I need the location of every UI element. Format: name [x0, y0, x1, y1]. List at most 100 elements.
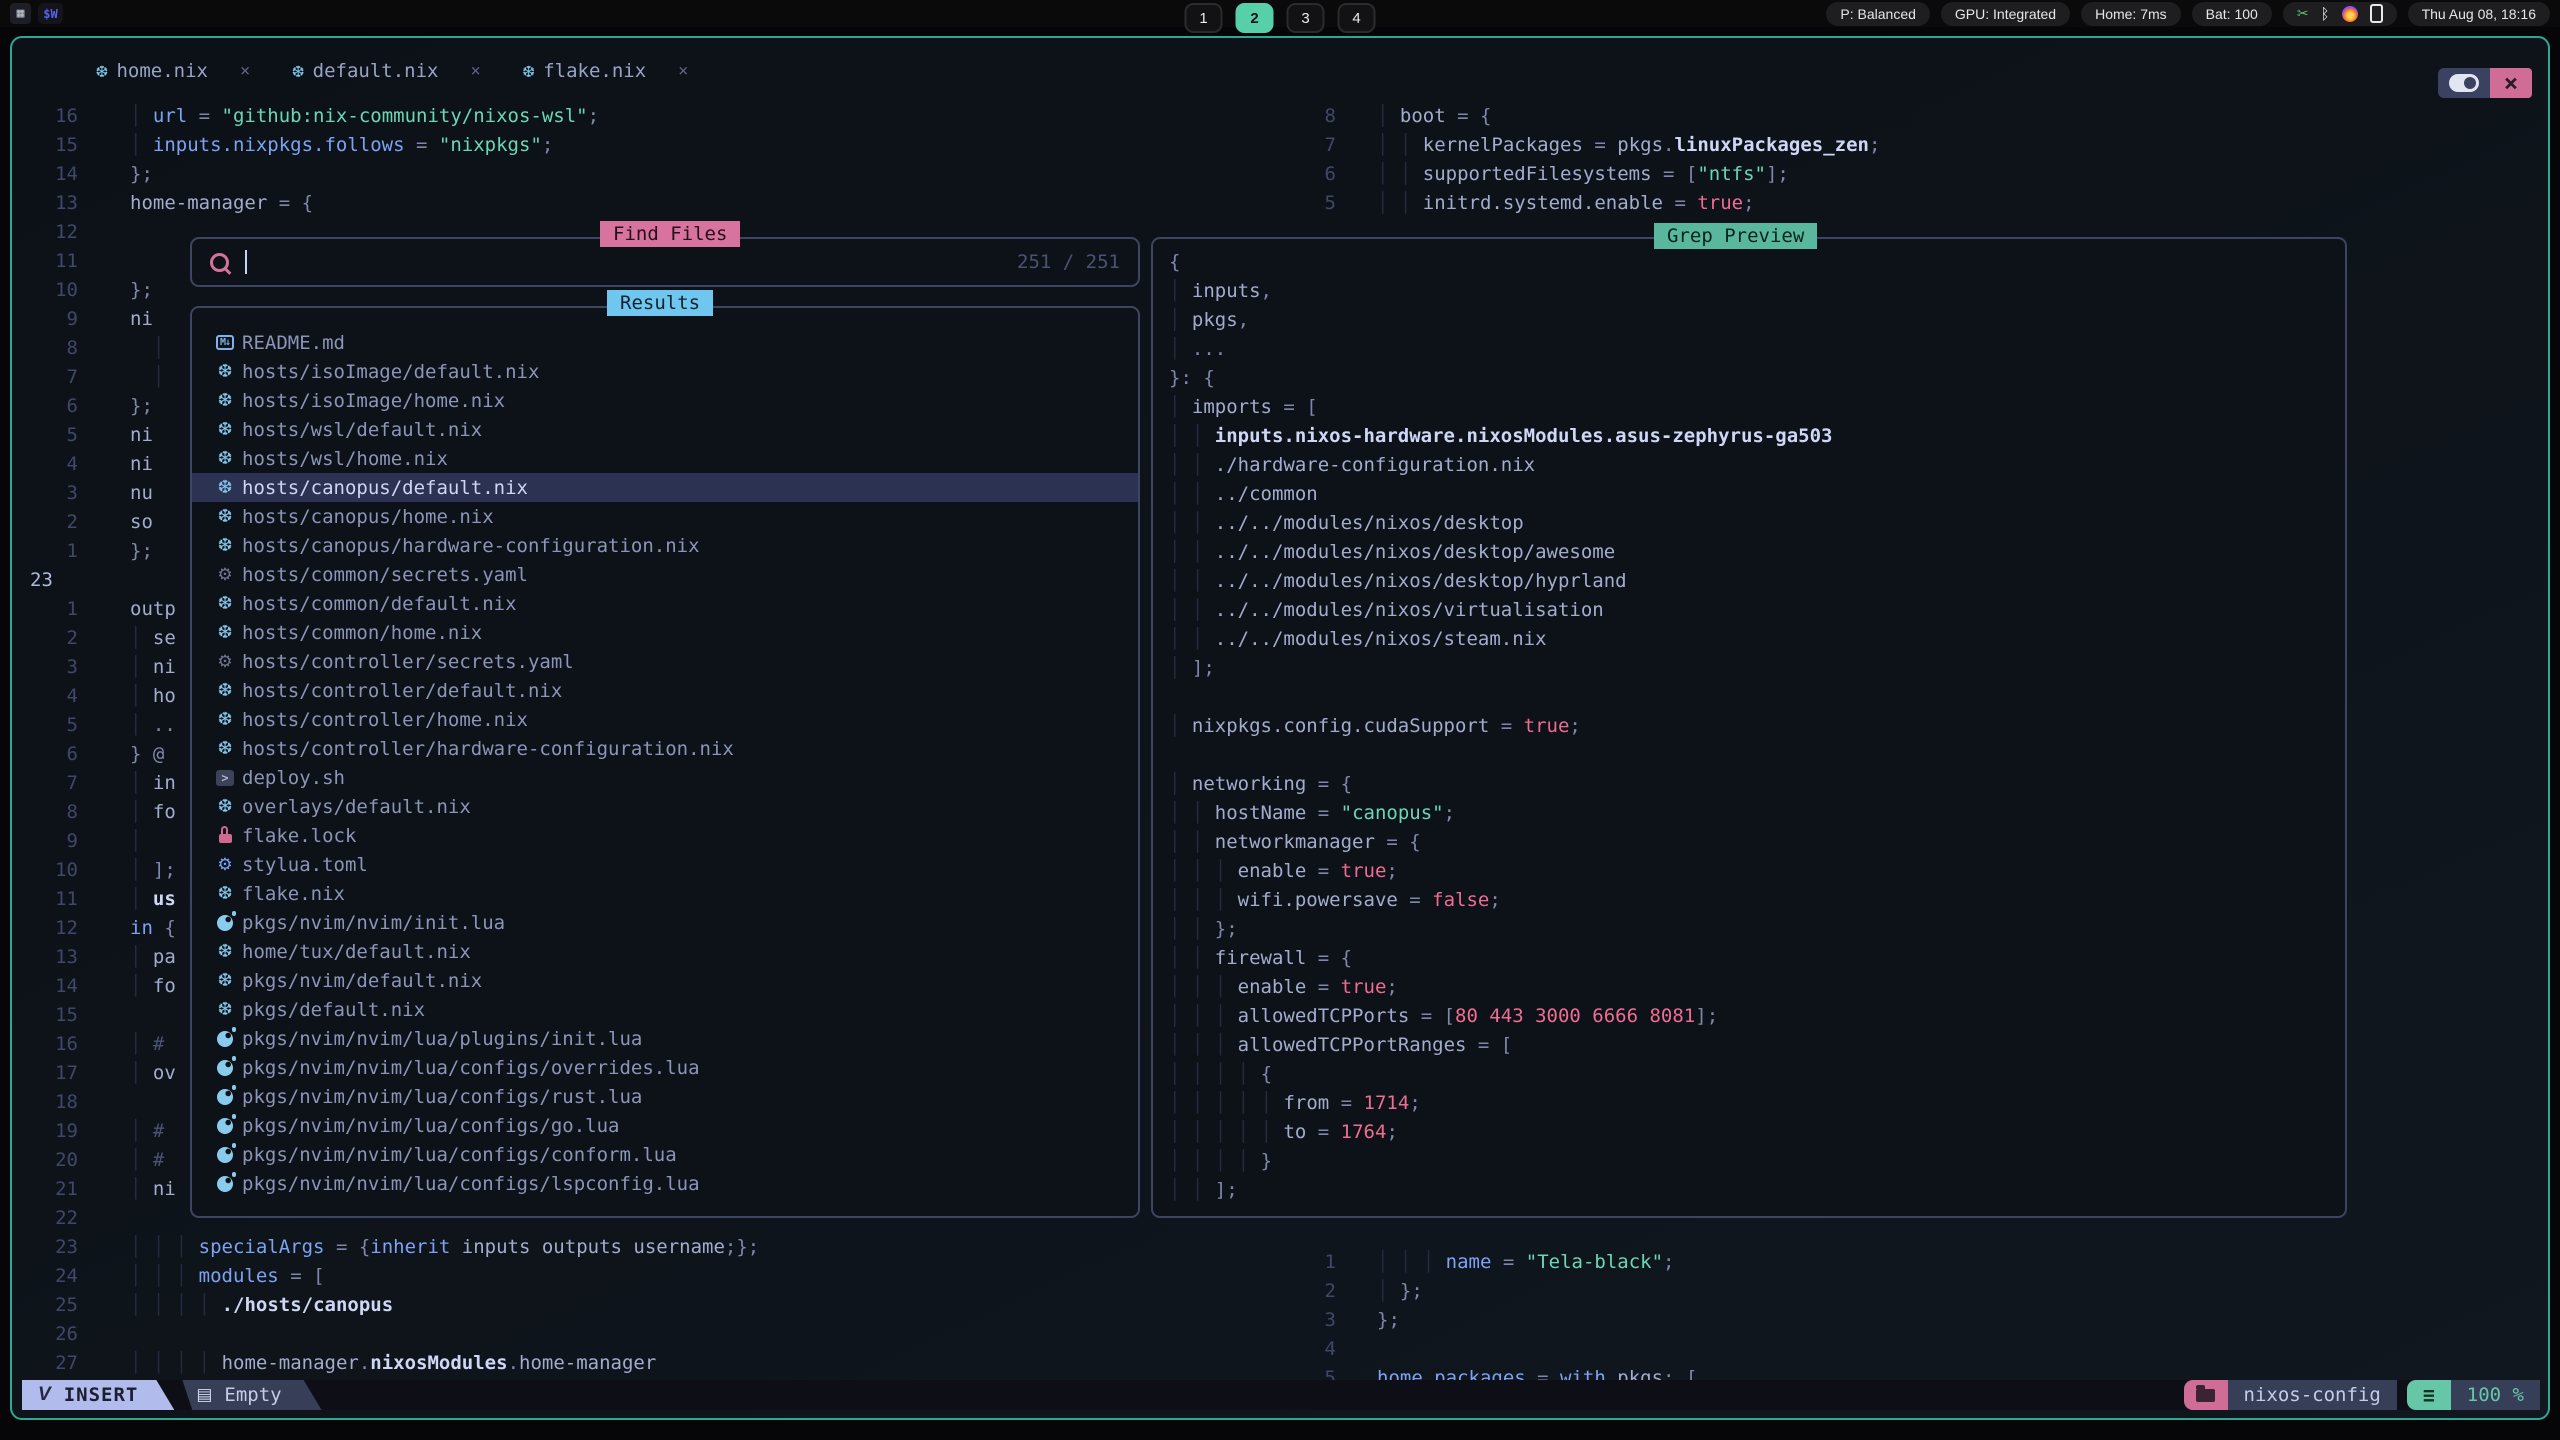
preview-line[interactable]: }: {: [1169, 364, 2345, 393]
file-item[interactable]: hosts/canopus/hardware-configuration.nix: [192, 531, 1138, 560]
code-line[interactable]: 25│ │ │ │ ./hosts/canopus: [20, 1291, 1290, 1320]
file-item[interactable]: flake.nix: [192, 879, 1138, 908]
preview-line[interactable]: │ │ ../../modules/nixos/desktop: [1169, 509, 2345, 538]
file-item[interactable]: hosts/isoImage/default.nix: [192, 357, 1138, 386]
workspace-2-active[interactable]: 2: [1236, 3, 1274, 33]
preview-line[interactable]: │ │ │ enable = true;: [1169, 857, 2345, 886]
preview-line[interactable]: │ │ │ allowedTCPPorts = [80 443 3000 666…: [1169, 1002, 2345, 1031]
file-item[interactable]: hosts/controller/hardware-configuration.…: [192, 734, 1138, 763]
preview-line[interactable]: │ imports = [: [1169, 393, 2345, 422]
file-item[interactable]: pkgs/nvim/nvim/lua/configs/lspconfig.lua: [192, 1169, 1138, 1198]
file-item[interactable]: hosts/wsl/default.nix: [192, 415, 1138, 444]
preview-line[interactable]: │ │ inputs.nixos-hardware.nixosModules.a…: [1169, 422, 2345, 451]
preview-line[interactable]: {: [1169, 248, 2345, 277]
close-window-button[interactable]: ×: [2490, 68, 2532, 98]
preview-line[interactable]: │ │ │ enable = true;: [1169, 973, 2345, 1002]
file-item[interactable]: flake.lock: [192, 821, 1138, 850]
toggle-button[interactable]: [2438, 68, 2490, 98]
preview-line[interactable]: │ │ firewall = {: [1169, 944, 2345, 973]
preview-line[interactable]: │ │ ./hardware-configuration.nix: [1169, 451, 2345, 480]
workspace-1[interactable]: 1: [1185, 3, 1223, 33]
preview-line[interactable]: │ │ ../../modules/nixos/desktop/hyprland: [1169, 567, 2345, 596]
file-item[interactable]: hosts/common/home.nix: [192, 618, 1138, 647]
preview-line[interactable]: │ │ ../../modules/nixos/steam.nix: [1169, 625, 2345, 654]
preview-line[interactable]: │ │ ];: [1169, 1176, 2345, 1205]
vim-icon: V: [38, 1384, 52, 1406]
code-line[interactable]: 8│ boot = {: [1296, 102, 2544, 131]
tab-default-nix[interactable]: ❆ default.nix ×: [274, 60, 505, 82]
tab-flake-nix[interactable]: ❆ flake.nix ×: [505, 60, 713, 82]
file-item[interactable]: hosts/controller/default.nix: [192, 676, 1138, 705]
file-item[interactable]: pkgs/nvim/nvim/lua/configs/go.lua: [192, 1111, 1138, 1140]
preview-line[interactable]: │ │ │ allowedTCPPortRanges = [: [1169, 1031, 2345, 1060]
preview-line[interactable]: [1169, 683, 2345, 712]
bluetooth-icon[interactable]: ᛒ: [2321, 5, 2330, 23]
workspace-4[interactable]: 4: [1338, 3, 1376, 33]
file-item[interactable]: hosts/isoImage/home.nix: [192, 386, 1138, 415]
file-item[interactable]: pkgs/nvim/nvim/lua/configs/conform.lua: [192, 1140, 1138, 1169]
close-tab-icon[interactable]: ×: [240, 61, 250, 81]
code-line[interactable]: 14};: [20, 160, 1290, 189]
code-line[interactable]: 3};: [1296, 1306, 2544, 1335]
preview-line[interactable]: │ ];: [1169, 654, 2345, 683]
preview-line[interactable]: │ │ ../common: [1169, 480, 2345, 509]
preview-line[interactable]: │ │ ../../modules/nixos/desktop/awesome: [1169, 538, 2345, 567]
close-tab-icon[interactable]: ×: [678, 61, 688, 81]
file-item[interactable]: pkgs/nvim/default.nix: [192, 966, 1138, 995]
code-line[interactable]: 5│ │ initrd.systemd.enable = true;: [1296, 189, 2544, 218]
preview-line[interactable]: │ ...: [1169, 335, 2345, 364]
file-item[interactable]: pkgs/default.nix: [192, 995, 1138, 1024]
preview-line[interactable]: │ │ │ │ }: [1169, 1147, 2345, 1176]
code-line[interactable]: 23│ │ │ specialArgs = {inherit inputs ou…: [20, 1233, 1290, 1262]
file-item[interactable]: stylua.toml: [192, 850, 1138, 879]
code-line[interactable]: 4: [1296, 1335, 2544, 1364]
file-item[interactable]: pkgs/nvim/nvim/init.lua: [192, 908, 1138, 937]
file-item[interactable]: home/tux/default.nix: [192, 937, 1138, 966]
tray-pill[interactable]: ✂ ᛒ: [2283, 2, 2397, 26]
preview-line[interactable]: │ │ │ │ {: [1169, 1060, 2345, 1089]
file-item[interactable]: overlays/default.nix: [192, 792, 1138, 821]
file-item[interactable]: hosts/canopus/default.nix: [192, 473, 1138, 502]
file-item[interactable]: README.md: [192, 328, 1138, 357]
code-line[interactable]: 6│ │ supportedFilesystems = ["ntfs"];: [1296, 160, 2544, 189]
logo-icon[interactable]: $W: [38, 3, 63, 24]
preview-line[interactable]: [1169, 741, 2345, 770]
code-line[interactable]: 26: [20, 1320, 1290, 1349]
preview-line[interactable]: │ inputs,: [1169, 277, 2345, 306]
preview-line[interactable]: │ │ };: [1169, 915, 2345, 944]
preview-line[interactable]: │ │ hostName = "canopus";: [1169, 799, 2345, 828]
file-item[interactable]: hosts/common/secrets.yaml: [192, 560, 1138, 589]
file-item[interactable]: deploy.sh: [192, 763, 1138, 792]
file-item[interactable]: hosts/common/default.nix: [192, 589, 1138, 618]
code-line[interactable]: 7│ │ kernelPackages = pkgs.linuxPackages…: [1296, 131, 2544, 160]
close-tab-icon[interactable]: ×: [471, 61, 481, 81]
phone-icon[interactable]: [2370, 4, 2383, 23]
code-line[interactable]: 13home-manager = {: [20, 189, 1290, 218]
file-item[interactable]: hosts/controller/secrets.yaml: [192, 647, 1138, 676]
code-line[interactable]: 2│ };: [1296, 1277, 2544, 1306]
preview-line[interactable]: │ │ │ │ │ from = 1714;: [1169, 1089, 2345, 1118]
code-line[interactable]: 1│ │ │ name = "Tela-black";: [1296, 1248, 2544, 1277]
code-line[interactable]: 27│ │ │ │ home-manager.nixosModules.home…: [20, 1349, 1290, 1378]
preview-line[interactable]: │ networking = {: [1169, 770, 2345, 799]
code-line[interactable]: 16│ url = "github:nix-community/nixos-ws…: [20, 102, 1290, 131]
preview-line[interactable]: │ │ │ wifi.powersave = false;: [1169, 886, 2345, 915]
preview-line[interactable]: │ nixpkgs.config.cudaSupport = true;: [1169, 712, 2345, 741]
tab-home-nix[interactable]: ❆ home.nix ×: [78, 60, 274, 82]
workspace-3[interactable]: 3: [1287, 3, 1325, 33]
file-item[interactable]: hosts/wsl/home.nix: [192, 444, 1138, 473]
file-item[interactable]: hosts/controller/home.nix: [192, 705, 1138, 734]
preview-line[interactable]: │ pkgs,: [1169, 306, 2345, 335]
preview-line[interactable]: │ │ networkmanager = {: [1169, 828, 2345, 857]
flame-tray-icon[interactable]: [2342, 6, 2358, 22]
code-line[interactable]: 24│ │ │ modules = [: [20, 1262, 1290, 1291]
network-icon[interactable]: ✂: [2297, 5, 2309, 22]
file-item[interactable]: pkgs/nvim/nvim/lua/plugins/init.lua: [192, 1024, 1138, 1053]
file-item[interactable]: pkgs/nvim/nvim/lua/configs/rust.lua: [192, 1082, 1138, 1111]
file-item[interactable]: pkgs/nvim/nvim/lua/configs/overrides.lua: [192, 1053, 1138, 1082]
app-launcher-icon[interactable]: ▦: [10, 3, 31, 24]
file-item[interactable]: hosts/canopus/home.nix: [192, 502, 1138, 531]
code-line[interactable]: 15│ inputs.nixpkgs.follows = "nixpkgs";: [20, 131, 1290, 160]
preview-line[interactable]: │ │ │ │ │ to = 1764;: [1169, 1118, 2345, 1147]
preview-line[interactable]: │ │ ../../modules/nixos/virtualisation: [1169, 596, 2345, 625]
